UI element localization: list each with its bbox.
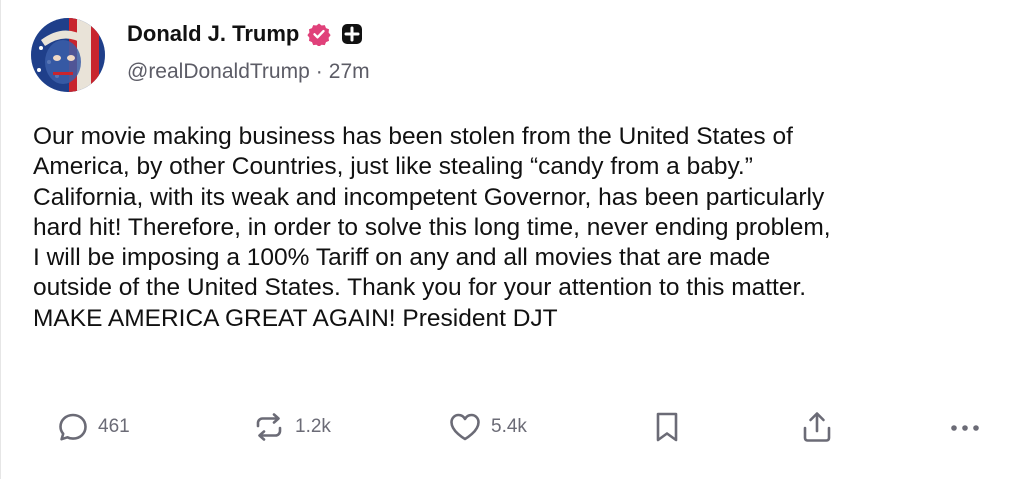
more-options-button[interactable] bbox=[945, 404, 985, 450]
meta-row: @realDonaldTrump · 27m bbox=[127, 60, 370, 84]
reply-icon bbox=[59, 413, 87, 441]
post-card: Donald J. Trump @realDonaldTrump · 27m O… bbox=[0, 0, 1024, 479]
bookmark-icon bbox=[656, 412, 678, 442]
repost-icon bbox=[256, 413, 282, 441]
reply-count: 461 bbox=[98, 416, 130, 437]
timestamp[interactable]: 27m bbox=[329, 60, 370, 84]
name-row: Donald J. Trump bbox=[127, 17, 370, 51]
post-header: Donald J. Trump @realDonaldTrump · 27m bbox=[127, 17, 370, 84]
like-count: 5.4k bbox=[491, 416, 527, 437]
display-name[interactable]: Donald J. Trump bbox=[127, 21, 299, 47]
action-bar: 461 1.2k 5.4k bbox=[1, 404, 1024, 450]
post-text: Our movie making business has been stole… bbox=[33, 123, 831, 332]
repost-count: 1.2k bbox=[295, 416, 331, 437]
bookmark-button[interactable] bbox=[651, 404, 683, 450]
heart-icon bbox=[450, 413, 480, 441]
verified-badge-icon bbox=[307, 22, 331, 46]
avatar-image bbox=[31, 18, 105, 92]
share-icon bbox=[803, 412, 831, 442]
share-button[interactable] bbox=[799, 404, 835, 450]
plus-badge-icon bbox=[341, 23, 363, 45]
meta-separator: · bbox=[315, 60, 323, 83]
reply-button[interactable]: 461 bbox=[56, 404, 130, 450]
handle[interactable]: @realDonaldTrump bbox=[127, 60, 310, 84]
more-options-icon bbox=[951, 425, 979, 431]
repost-button[interactable]: 1.2k bbox=[251, 404, 331, 450]
like-button[interactable]: 5.4k bbox=[447, 404, 527, 450]
avatar[interactable] bbox=[31, 18, 105, 92]
